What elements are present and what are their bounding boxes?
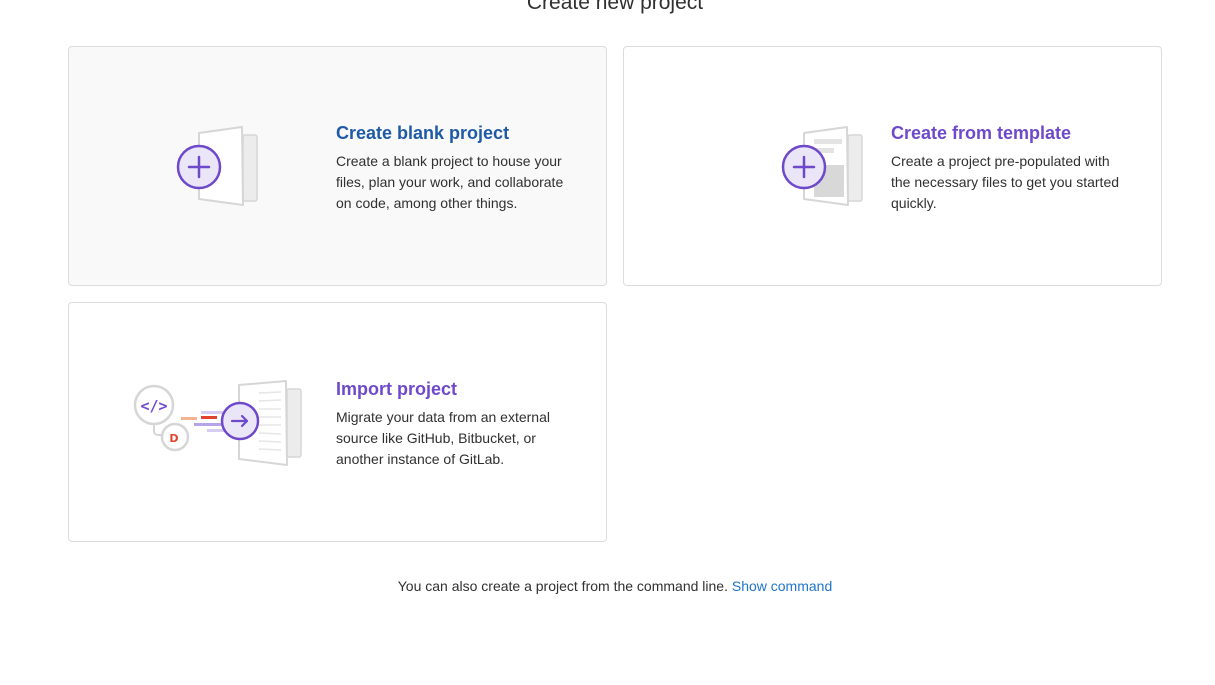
command-line-hint-text: You can also create a project from the c…: [397, 578, 728, 594]
create-from-template-card[interactable]: Create from template Create a project pr…: [623, 46, 1162, 286]
card-description: Migrate your data from an external sourc…: [336, 409, 550, 467]
plus-document-icon: [176, 126, 258, 206]
blank-project-illustration: [119, 117, 319, 217]
svg-text:</>: </>: [140, 397, 167, 415]
command-line-hint: You can also create a project from the c…: [0, 577, 1215, 595]
import-project-illustration: </> D: [119, 373, 319, 473]
card-description: Create a blank project to house your fil…: [336, 153, 564, 211]
card-description: Create a project pre-populated with the …: [891, 153, 1120, 211]
show-command-link[interactable]: Show command: [732, 578, 832, 594]
card-title: Import project: [336, 379, 458, 399]
create-blank-project-card[interactable]: Create blank project Create a blank proj…: [68, 46, 607, 286]
svg-text:D: D: [169, 432, 178, 445]
card-title: Create blank project: [336, 123, 510, 143]
card-title: Create from template: [891, 123, 1072, 143]
template-document-icon: [781, 126, 863, 206]
import-code-arrow-icon: </> D: [133, 380, 302, 466]
template-project-illustration: [674, 117, 874, 217]
import-project-card[interactable]: </> D Import project Migrate your data f…: [68, 302, 607, 542]
new-project-page: Create new project Create blank project …: [0, 0, 1215, 685]
page-title: Create new project: [526, 0, 704, 14]
